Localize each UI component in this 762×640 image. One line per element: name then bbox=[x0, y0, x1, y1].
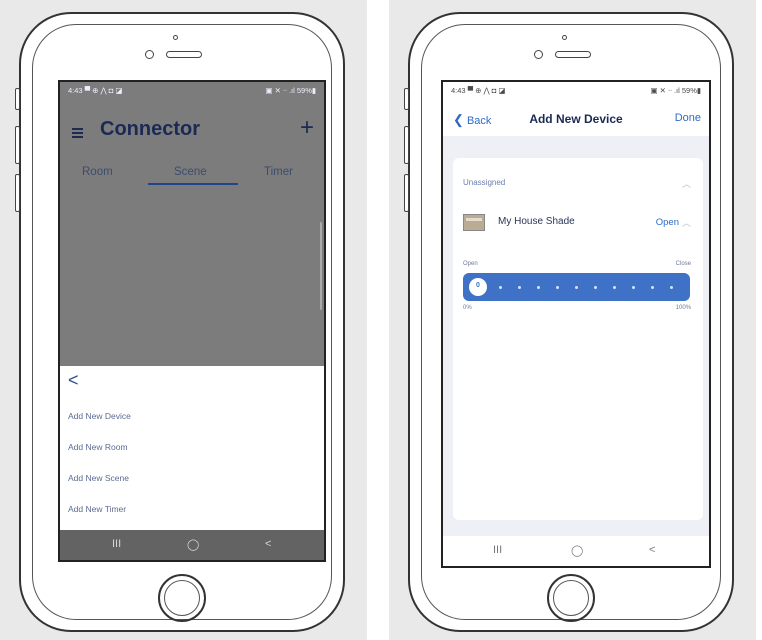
volume-up-button bbox=[15, 126, 20, 164]
android-nav-bar: III ◯ < bbox=[60, 530, 324, 560]
slider-close-label: Close bbox=[675, 261, 691, 267]
menu-item-add-room[interactable]: Add New Room bbox=[68, 442, 128, 452]
tab-timer[interactable]: Timer bbox=[264, 166, 293, 178]
device-status: Open bbox=[655, 217, 679, 228]
android-nav-bar: III ◯ < bbox=[443, 536, 709, 566]
front-camera bbox=[534, 50, 543, 59]
scrollbar[interactable] bbox=[320, 222, 322, 310]
shade-position-slider[interactable]: 0 bbox=[463, 273, 690, 301]
volume-down-button bbox=[404, 174, 409, 212]
front-camera bbox=[145, 50, 154, 59]
chevron-up-icon[interactable]: ︿ bbox=[682, 216, 691, 229]
volume-down-button bbox=[15, 174, 20, 212]
action-sheet: < Add New Device Add New Room Add New Sc… bbox=[60, 366, 324, 534]
plus-icon[interactable]: + bbox=[300, 114, 314, 142]
back-nav-icon[interactable]: < bbox=[265, 538, 271, 550]
earpiece-speaker bbox=[166, 51, 202, 58]
status-indicators: ▣ ✕ ᐧᐧ .ıl 59%▮ bbox=[650, 86, 701, 95]
status-bar: 4:43 ▀ ⊕ ⋀ ◘ ◪ ▣ ✕ ᐧᐧ .ıl 59%▮ bbox=[443, 82, 709, 98]
device-card: Unassigned ︿ My House Shade Open ︿ Open … bbox=[453, 158, 703, 520]
recents-icon[interactable]: III bbox=[493, 544, 502, 556]
status-indicators: ▣ ✕ ᐧᐧ .ıl 59%▮ bbox=[265, 86, 316, 95]
left-phone-screen: 4:43 ▀ ⊕ ⋀ ◘ ◪ ▣ ✕ ᐧᐧ .ıl 59%▮ Connector… bbox=[58, 80, 326, 562]
left-panel: 4:43 ▀ ⊕ ⋀ ◘ ◪ ▣ ✕ ᐧᐧ .ıl 59%▮ Connector… bbox=[0, 0, 367, 640]
dimmed-app-area: 4:43 ▀ ⊕ ⋀ ◘ ◪ ▣ ✕ ᐧᐧ .ıl 59%▮ Connector… bbox=[60, 82, 324, 366]
page-title: Connector bbox=[100, 118, 200, 140]
home-nav-icon[interactable]: ◯ bbox=[187, 538, 199, 551]
slider-open-label: Open bbox=[463, 261, 478, 267]
earpiece-speaker bbox=[555, 51, 591, 58]
active-tab-indicator bbox=[148, 183, 238, 185]
status-time: 4:43 ▀ ⊕ ⋀ ◘ ◪ bbox=[451, 86, 506, 95]
home-nav-icon[interactable]: ◯ bbox=[571, 544, 583, 557]
right-panel: 4:43 ▀ ⊕ ⋀ ◘ ◪ ▣ ✕ ᐧᐧ .ıl 59%▮ ❮ Back Ad… bbox=[389, 0, 756, 640]
group-label: Unassigned bbox=[463, 178, 506, 187]
done-button[interactable]: Done bbox=[675, 112, 701, 124]
page-title: Add New Device bbox=[529, 112, 623, 126]
menu-item-add-scene[interactable]: Add New Scene bbox=[68, 473, 129, 483]
chevron-left-icon[interactable]: < bbox=[68, 370, 79, 391]
back-nav-icon[interactable]: < bbox=[649, 544, 655, 556]
hamburger-menu-icon[interactable] bbox=[72, 128, 83, 140]
tab-room[interactable]: Room bbox=[82, 166, 113, 178]
slider-knob-value: 0 bbox=[476, 282, 480, 289]
mute-switch bbox=[404, 88, 409, 110]
slider-max-label: 100% bbox=[675, 305, 691, 311]
slider-min-label: 0% bbox=[463, 305, 472, 311]
menu-item-add-timer[interactable]: Add New Timer bbox=[68, 504, 126, 514]
chevron-up-icon[interactable]: ︿ bbox=[682, 177, 691, 190]
slider-knob[interactable]: 0 bbox=[469, 278, 487, 296]
right-phone-screen: 4:43 ▀ ⊕ ⋀ ◘ ◪ ▣ ✕ ᐧᐧ .ıl 59%▮ ❮ Back Ad… bbox=[441, 80, 711, 568]
volume-up-button bbox=[404, 126, 409, 164]
status-bar: 4:43 ▀ ⊕ ⋀ ◘ ◪ ▣ ✕ ᐧᐧ .ıl 59%▮ bbox=[60, 82, 324, 98]
mute-switch bbox=[15, 88, 20, 110]
recents-icon[interactable]: III bbox=[112, 538, 121, 550]
sensor-dot bbox=[173, 35, 178, 40]
navigation-header: ❮ Back Add New Device Done bbox=[443, 98, 709, 136]
status-time: 4:43 ▀ ⊕ ⋀ ◘ ◪ bbox=[68, 86, 123, 95]
menu-item-add-device[interactable]: Add New Device bbox=[68, 411, 131, 421]
home-button bbox=[158, 574, 206, 622]
tab-scene[interactable]: Scene bbox=[174, 166, 207, 178]
shade-thumbnail bbox=[463, 214, 485, 231]
device-name: My House Shade bbox=[498, 216, 575, 227]
home-button bbox=[547, 574, 595, 622]
sensor-dot bbox=[562, 35, 567, 40]
